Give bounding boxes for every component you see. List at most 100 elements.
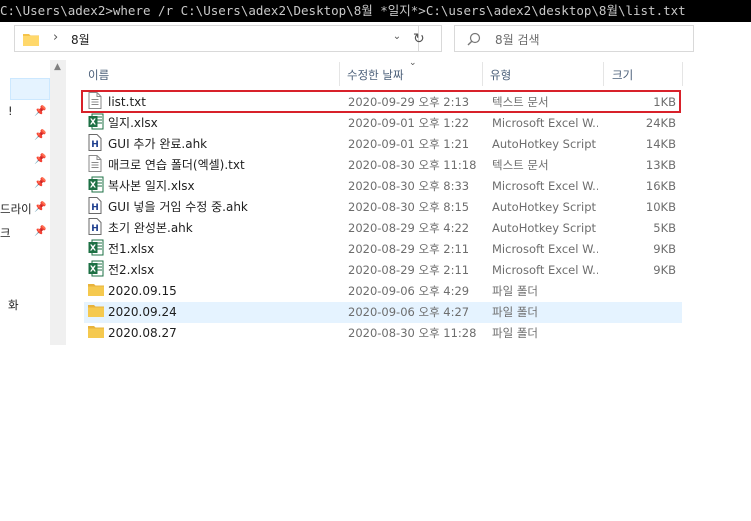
- column-type[interactable]: 유형: [490, 67, 511, 83]
- column-divider[interactable]: [682, 62, 683, 86]
- file-size: 10KB: [645, 200, 676, 214]
- file-size: 14KB: [645, 137, 676, 151]
- file-name: 전2.xlsx: [108, 263, 155, 277]
- scroll-up-icon[interactable]: ▲: [54, 62, 61, 72]
- file-row[interactable]: X 전1.xlsx 2020-08-29 오후 2:11 Microsoft Exce…: [84, 239, 682, 260]
- file-size: 9KB: [653, 263, 676, 277]
- file-size: 9KB: [653, 242, 676, 256]
- navigation-pane[interactable]: ! 📌 📌 📌 📌 드라이 📌 크 📌 화 ▲: [0, 60, 68, 345]
- folder-row-hovered[interactable]: 2020.09.24 2020-09-06 오후 4:27 파일 폴더: [84, 302, 682, 323]
- file-name: GUI 넣을 거임 수정 중.ahk: [108, 200, 248, 214]
- excel-file-icon: X: [88, 239, 104, 256]
- file-row[interactable]: X 전2.xlsx 2020-08-29 오후 2:11 Microsoft Exce…: [84, 260, 682, 281]
- file-date: 2020-09-29 오후 2:13: [348, 95, 470, 109]
- file-name: 초기 완성본.ahk: [108, 221, 193, 235]
- nav-selected-item[interactable]: [10, 78, 50, 100]
- folder-icon: [88, 281, 104, 298]
- column-name[interactable]: 이름: [88, 67, 109, 83]
- ahk-file-icon: H: [88, 218, 104, 235]
- chevron-right-icon[interactable]: ›: [53, 30, 58, 45]
- svg-text:X: X: [90, 265, 97, 274]
- file-type: 파일 폴더: [492, 326, 538, 340]
- text-file-icon: [88, 155, 104, 172]
- file-type: Microsoft Excel W...: [492, 116, 598, 130]
- file-date: 2020-09-06 오후 4:29: [348, 284, 470, 298]
- sidebar-scrollbar[interactable]: [50, 60, 66, 345]
- file-date: 2020-09-01 오후 1:22: [348, 116, 470, 130]
- ahk-file-icon: H: [88, 134, 104, 151]
- file-name: 복사본 일지.xlsx: [108, 179, 195, 193]
- file-size: 16KB: [645, 179, 676, 193]
- excel-file-icon: X: [88, 113, 104, 130]
- pin-icon: 📌: [34, 178, 47, 189]
- folder-icon: [23, 32, 39, 49]
- column-divider[interactable]: [482, 62, 483, 86]
- folder-row[interactable]: 2020.09.15 2020-09-06 오후 4:29 파일 폴더: [84, 281, 682, 302]
- file-name: 전1.xlsx: [108, 242, 155, 256]
- nav-item-label[interactable]: 화: [8, 297, 19, 313]
- file-type: Microsoft Excel W...: [492, 242, 598, 256]
- file-date: 2020-08-29 오후 2:11: [348, 263, 470, 277]
- ahk-file-icon: H: [88, 197, 104, 214]
- file-type: 텍스트 문서: [492, 95, 549, 109]
- column-date[interactable]: 수정한 날짜: [347, 67, 404, 83]
- file-row[interactable]: list.txt 2020-09-29 오후 2:13 텍스트 문서 1KB: [84, 92, 682, 113]
- file-size: 5KB: [653, 221, 676, 235]
- text-file-icon: [88, 92, 104, 109]
- file-date: 2020-09-06 오후 4:27: [348, 305, 470, 319]
- file-type: AutoHotkey Script: [492, 221, 597, 235]
- svg-text:H: H: [91, 140, 99, 150]
- pin-icon: 📌: [34, 130, 47, 141]
- file-name: GUI 추가 완료.ahk: [108, 137, 208, 151]
- folder-icon: [88, 302, 104, 319]
- search-input[interactable]: 8월 검색: [454, 25, 694, 52]
- refresh-button[interactable]: ↻: [413, 31, 425, 47]
- chevron-down-icon[interactable]: ⌄: [387, 31, 407, 47]
- file-name: 일지.xlsx: [108, 116, 158, 130]
- nav-item-label[interactable]: 크: [0, 225, 11, 241]
- search-icon: [467, 32, 481, 49]
- nav-item-label[interactable]: 드라이: [0, 201, 32, 217]
- file-type: AutoHotkey Script: [492, 200, 597, 214]
- column-header: 이름 수정한 날짜 ⌄ 유형 크기: [80, 58, 685, 86]
- pin-icon: 📌: [34, 202, 47, 213]
- file-date: 2020-08-30 오후 8:15: [348, 200, 470, 214]
- file-row[interactable]: H 초기 완성본.ahk 2020-08-29 오후 4:22 AutoHotkey …: [84, 218, 682, 239]
- nav-item-label[interactable]: !: [8, 104, 13, 118]
- file-date: 2020-08-29 오후 2:11: [348, 242, 470, 256]
- file-name: list.txt: [108, 95, 146, 109]
- folder-name: 2020.08.27: [108, 326, 177, 340]
- file-type: Microsoft Excel W...: [492, 263, 598, 277]
- file-list: list.txt 2020-09-29 오후 2:13 텍스트 문서 1KB X 일지.…: [84, 92, 682, 344]
- file-row[interactable]: X 일지.xlsx 2020-09-01 오후 1:22 Microsoft Exce…: [84, 113, 682, 134]
- folder-icon: [88, 323, 104, 340]
- svg-text:X: X: [90, 181, 97, 190]
- file-size: 13KB: [645, 158, 676, 172]
- file-date: 2020-08-30 오후 11:18: [348, 158, 477, 172]
- column-divider[interactable]: [603, 62, 604, 86]
- file-row[interactable]: X 복사본 일지.xlsx 2020-08-30 오후 8:33 Microsoft …: [84, 176, 682, 197]
- column-size[interactable]: 크기: [612, 67, 633, 83]
- address-path[interactable]: 8월: [71, 31, 90, 48]
- file-date: 2020-09-01 오후 1:21: [348, 137, 470, 151]
- file-name: 매크로 연습 폴더(엑셀).txt: [108, 158, 245, 172]
- column-divider[interactable]: [339, 62, 340, 86]
- file-type: 텍스트 문서: [492, 158, 549, 172]
- file-type: 파일 폴더: [492, 305, 538, 319]
- file-date: 2020-08-30 오후 8:33: [348, 179, 470, 193]
- svg-text:X: X: [90, 244, 97, 253]
- pin-icon: 📌: [34, 226, 47, 237]
- folder-row[interactable]: 2020.08.27 2020-08-30 오후 11:28 파일 폴더: [84, 323, 682, 344]
- file-row[interactable]: 매크로 연습 폴더(엑셀).txt 2020-08-30 오후 11:18 텍스트 …: [84, 155, 682, 176]
- sort-down-icon: ⌄: [409, 58, 417, 68]
- pin-icon: 📌: [34, 106, 47, 117]
- search-placeholder: 8월 검색: [495, 33, 540, 47]
- file-size: 1KB: [653, 95, 676, 109]
- console-command-line: C:\Users\adex2>where /r C:\Users\adex2\D…: [0, 0, 751, 22]
- file-date: 2020-08-29 오후 4:22: [348, 221, 470, 235]
- file-type: 파일 폴더: [492, 284, 538, 298]
- file-row[interactable]: H GUI 넣을 거임 수정 중.ahk 2020-08-30 오후 8:15 Aut…: [84, 197, 682, 218]
- excel-file-icon: X: [88, 176, 104, 193]
- file-row[interactable]: H GUI 추가 완료.ahk 2020-09-01 오후 1:21 AutoHotk…: [84, 134, 682, 155]
- address-bar[interactable]: › 8월 ⌄: [14, 25, 442, 52]
